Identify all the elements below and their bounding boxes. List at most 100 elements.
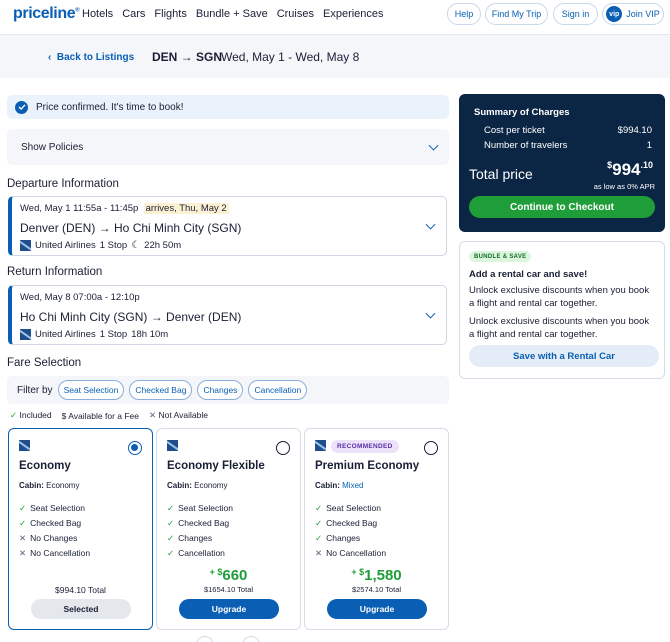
united-airlines-logo-icon <box>20 240 31 251</box>
sign-in-button[interactable]: Sign in <box>553 3 598 25</box>
back-to-listings-link[interactable]: ‹ Back to Listings <box>48 52 134 63</box>
continue-to-checkout-button[interactable]: Continue to Checkout <box>469 196 655 218</box>
departure-airline: United Airlines <box>35 240 96 251</box>
feature-item: ✓ Changes <box>315 533 361 543</box>
return-route: Ho Chi Minh City (SGN) → Denver (DEN) <box>20 310 242 324</box>
priceline-logo[interactable]: priceline® <box>13 5 80 23</box>
fare-name: Economy <box>19 460 71 472</box>
fare-total: $1654.10 Total <box>203 585 254 594</box>
chevron-down-icon <box>425 219 436 230</box>
fare-features: ✓ Seat Selection ✓ Checked Bag ✕ No Changes… <box>19 501 90 561</box>
fare-selection-title: Fare Selection <box>7 357 82 369</box>
show-policies-toggle[interactable]: Show Policies <box>7 129 449 165</box>
check-icon: ✓ <box>167 548 175 558</box>
check-circle-icon <box>15 100 28 114</box>
nav-link-experiences[interactable]: Experiences <box>323 8 384 20</box>
save-with-rental-car-button[interactable]: Save with a Rental Car <box>469 345 659 367</box>
departure-leg-card[interactable]: Wed, May 1 11:55a - 11:45p arrives, Thu,… <box>8 196 447 256</box>
return-airline: United Airlines <box>35 329 96 340</box>
return-leg-card[interactable]: Wed, May 8 07:00a - 12:10p Ho Chi Minh C… <box>8 285 447 345</box>
check-icon: ✓ <box>19 518 27 528</box>
feature-item: ✓ Seat Selection <box>315 503 381 513</box>
nav-link-cruises[interactable]: Cruises <box>277 8 314 20</box>
nav-link-hotels[interactable]: Hotels <box>82 8 113 20</box>
feature-item: ✓ Changes <box>167 533 213 543</box>
filter-by-label: Filter by <box>17 384 53 396</box>
fare-card-economy[interactable]: Economy Cabin: Economy ✓ Seat Selection ✓… <box>8 428 153 630</box>
departure-time: Wed, May 1 11:55a - 11:45p arrives, Thu,… <box>20 203 229 214</box>
departure-route: Denver (DEN) → Ho Chi Minh City (SGN) <box>20 221 242 235</box>
chevron-down-icon <box>425 308 436 319</box>
united-airlines-logo-icon <box>20 329 31 340</box>
bundle-text: Unlock exclusive discounts when you book… <box>469 285 650 309</box>
filter-chip-cancellation[interactable]: Cancellation <box>248 380 308 400</box>
help-button[interactable]: Help <box>447 3 481 25</box>
departure-details: United Airlines 1 Stop ☾ 22h 50m <box>20 240 181 251</box>
total-price-amount: $994.10 <box>607 160 653 179</box>
nav-link-cars[interactable]: Cars <box>122 8 145 20</box>
fare-radio[interactable] <box>424 441 438 455</box>
arrival-date-badge: arrives, Thu, May 2 <box>143 203 229 214</box>
feature-item: ✕ No Cancellation <box>19 548 91 558</box>
check-icon: ✓ <box>19 503 27 513</box>
recommended-badge: RECOMMENDED <box>331 440 399 453</box>
show-policies-label: Show Policies <box>21 141 84 153</box>
selected-button[interactable]: Selected <box>31 599 131 619</box>
trip-dates: Wed, May 1 - Wed, May 8 <box>221 50 360 64</box>
check-icon: ✓ <box>167 518 175 528</box>
summary-title: Summary of Charges <box>474 107 570 118</box>
filter-chip-changes[interactable]: Changes <box>197 380 244 400</box>
fare-filter-bar: Filter by Seat Selection Checked Bag Cha… <box>7 376 449 404</box>
check-icon: ✓ <box>10 410 18 420</box>
feature-item: ✓ Checked Bag <box>167 518 230 528</box>
filter-chip-seat-selection[interactable]: Seat Selection <box>57 380 125 400</box>
check-icon: ✓ <box>315 518 323 528</box>
top-nav: priceline® Hotels Cars Flights Bundle + … <box>0 0 670 30</box>
fare-cabin: Cabin: Economy <box>19 481 80 490</box>
fare-radio-selected[interactable] <box>128 441 142 455</box>
nav-link-flights[interactable]: Flights <box>154 8 186 20</box>
apr-note: as low as 0% APR <box>593 182 655 191</box>
dollar-icon: $ <box>61 410 67 421</box>
departure-duration: 22h 50m <box>144 240 182 251</box>
upgrade-button[interactable]: Upgrade <box>327 599 427 619</box>
feature-item: ✕ No Changes <box>19 533 78 543</box>
united-airlines-logo-icon <box>315 440 326 451</box>
return-title: Return Information <box>7 266 103 278</box>
overnight-moon-icon: ☾ <box>131 240 141 251</box>
join-vip-label: Join VIP <box>626 9 660 19</box>
join-vip-button[interactable]: vip Join VIP <box>602 3 664 25</box>
nav-link-bundle[interactable]: Bundle + Save <box>196 8 268 20</box>
carousel-prev-button[interactable] <box>196 636 214 642</box>
find-my-trip-button[interactable]: Find My Trip <box>485 3 548 25</box>
fare-cabin: Cabin: Economy <box>167 481 228 490</box>
bundle-save-badge: BUNDLE & SAVE <box>469 251 532 262</box>
fare-cabin: Cabin: Mixed <box>315 481 364 490</box>
bundle-text: Unlock exclusive discounts when you book… <box>469 316 650 340</box>
filter-chip-checked-bag[interactable]: Checked Bag <box>129 380 193 400</box>
chevron-down-icon <box>428 140 439 151</box>
feature-item: ✓ Checked Bag <box>315 518 378 528</box>
fare-card-economy-flexible[interactable]: Economy Flexible Cabin: Economy ✓ Seat Se… <box>156 428 301 630</box>
departure-stops: 1 Stop <box>99 240 128 251</box>
fare-radio[interactable] <box>276 441 290 455</box>
return-details: United Airlines 1 Stop 18h 10m <box>20 329 168 340</box>
cost-per-ticket-row: Cost per ticket $994.10 <box>484 125 652 136</box>
x-icon: ✕ <box>149 410 157 420</box>
fare-card-premium-economy[interactable]: RECOMMENDED Premium Economy Cabin: Mixed… <box>304 428 449 630</box>
feature-item: ✓ Seat Selection <box>19 503 85 513</box>
upgrade-button[interactable]: Upgrade <box>179 599 279 619</box>
bundle-heading: Add a rental car and save! <box>469 269 588 280</box>
carousel-next-button[interactable] <box>242 636 260 642</box>
confirm-text: Price confirmed. It's time to book! <box>36 101 184 113</box>
vip-icon: vip <box>606 6 623 22</box>
check-icon: ✓ <box>167 503 175 513</box>
feature-item: ✕ No Cancellation <box>315 548 387 558</box>
fare-total: $994.10 Total <box>55 585 106 595</box>
feature-item: ✓ Checked Bag <box>19 518 82 528</box>
price-confirmed-banner: Price confirmed. It's time to book! <box>7 95 449 119</box>
feature-item: ✓ Cancellation <box>167 548 225 558</box>
fare-name: Premium Economy <box>315 460 420 472</box>
bundle-card: BUNDLE & SAVE Add a rental car and save!… <box>459 241 665 379</box>
fare-features: ✓ Seat Selection ✓ Checked Bag ✓ Changes ✕ N… <box>315 501 386 561</box>
